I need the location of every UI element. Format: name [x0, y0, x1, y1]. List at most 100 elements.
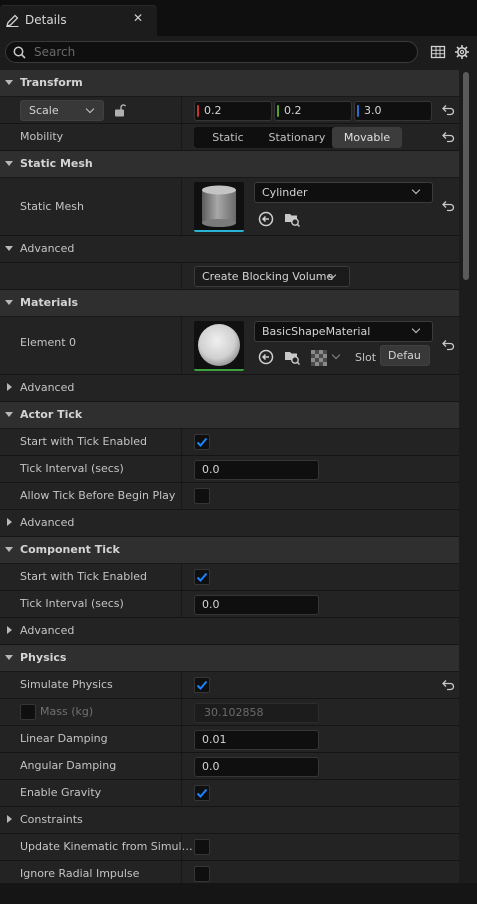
- category-static-mesh[interactable]: Static Mesh: [0, 151, 459, 178]
- static-mesh-advanced[interactable]: Advanced: [0, 236, 459, 263]
- details-tab[interactable]: Details ✕: [0, 5, 157, 36]
- scale-mode-dropdown[interactable]: Scale: [20, 100, 104, 121]
- collapse-arrow-icon[interactable]: [7, 626, 12, 634]
- constraints-row[interactable]: Constraints: [0, 807, 459, 834]
- materials-advanced[interactable]: Advanced: [0, 375, 459, 402]
- allow-tick-before-checkbox[interactable]: [194, 488, 210, 504]
- collapse-arrow-icon[interactable]: [7, 815, 12, 823]
- update-kinematic-checkbox[interactable]: [194, 839, 210, 855]
- mobility-movable[interactable]: Movable: [332, 127, 402, 148]
- actor-start-tick-label: Start with Tick Enabled: [20, 435, 148, 448]
- scale-y-field[interactable]: 0.2: [274, 101, 352, 121]
- actor-tick-interval-row: Tick Interval (secs) 0.0: [0, 456, 459, 483]
- category-label: Component Tick: [20, 543, 120, 556]
- mobility-static[interactable]: Static: [194, 127, 262, 148]
- category-label: Static Mesh: [20, 157, 93, 170]
- category-physics[interactable]: Physics: [0, 645, 459, 672]
- actor-start-tick-checkbox[interactable]: [194, 434, 210, 450]
- expand-arrow-icon[interactable]: [5, 161, 13, 166]
- ignore-radial-impulse-checkbox[interactable]: [194, 866, 210, 882]
- scale-x-field[interactable]: 0.2: [194, 101, 272, 121]
- angular-damping-value: 0.0: [202, 760, 220, 773]
- create-blocking-volume-label: Create Blocking Volume: [202, 270, 334, 283]
- chevron-down-icon: [85, 104, 95, 114]
- search-input[interactable]: [34, 43, 404, 61]
- axis-z-indicator: [357, 105, 359, 117]
- material-dropdown[interactable]: BasicShapeMaterial: [254, 321, 433, 342]
- slot-value: Defau: [388, 349, 421, 362]
- category-component-tick[interactable]: Component Tick: [0, 537, 459, 564]
- scale-z-field[interactable]: 3.0: [354, 101, 432, 121]
- mesh-thumbnail[interactable]: [194, 182, 244, 232]
- scale-z-value: 3.0: [364, 104, 382, 117]
- expand-arrow-icon[interactable]: [5, 547, 13, 552]
- lock-icon[interactable]: [114, 104, 126, 117]
- mass-override-checkbox[interactable]: [20, 704, 36, 720]
- scrollbar[interactable]: [459, 70, 477, 883]
- collapse-arrow-icon[interactable]: [7, 383, 12, 391]
- create-blocking-volume-button[interactable]: Create Blocking Volume: [194, 266, 350, 287]
- expand-arrow-icon[interactable]: [5, 655, 13, 660]
- static-mesh-dropdown[interactable]: Cylinder: [254, 182, 433, 203]
- expand-arrow-icon[interactable]: [5, 246, 13, 251]
- mobility-row: Mobility Static Stationary Movable: [0, 124, 459, 151]
- actor-tick-interval-field[interactable]: 0.0: [194, 460, 319, 480]
- enable-gravity-checkbox[interactable]: [194, 785, 210, 801]
- scale-y-value: 0.2: [284, 104, 302, 117]
- expand-arrow-icon[interactable]: [5, 300, 13, 305]
- browse-folder-icon[interactable]: [284, 211, 300, 227]
- material-thumbnail[interactable]: [194, 321, 244, 371]
- slot-field[interactable]: Defau: [380, 345, 430, 366]
- reset-arrow-icon[interactable]: [442, 339, 455, 351]
- component-start-tick-row: Start with Tick Enabled: [0, 564, 459, 591]
- actor-tick-advanced[interactable]: Advanced: [0, 510, 459, 537]
- scrollbar-thumb[interactable]: [463, 72, 469, 280]
- angular-damping-field[interactable]: 0.0: [194, 757, 319, 777]
- mass-field: 30.102858: [194, 703, 319, 723]
- chevron-down-icon: [411, 324, 421, 334]
- advanced-label: Advanced: [20, 381, 75, 394]
- component-start-tick-checkbox[interactable]: [194, 569, 210, 585]
- checkmark-icon: [196, 680, 208, 690]
- component-tick-advanced[interactable]: Advanced: [0, 618, 459, 645]
- linear-damping-label: Linear Damping: [20, 732, 108, 745]
- checkerboard-icon[interactable]: [311, 350, 327, 366]
- category-actor-tick[interactable]: Actor Tick: [0, 402, 459, 429]
- bottom-strip: [0, 883, 477, 904]
- actor-start-tick-row: Start with Tick Enabled: [0, 429, 459, 456]
- table-view-icon[interactable]: [430, 44, 446, 60]
- use-selected-icon[interactable]: [258, 211, 274, 227]
- actor-tick-interval-value: 0.0: [202, 463, 220, 476]
- component-tick-interval-field[interactable]: 0.0: [194, 595, 319, 615]
- reset-arrow-icon[interactable]: [442, 104, 455, 116]
- component-start-tick-label: Start with Tick Enabled: [20, 570, 148, 583]
- expand-arrow-icon[interactable]: [5, 412, 13, 417]
- checkmark-icon: [196, 437, 208, 447]
- static-mesh-label: Static Mesh: [20, 200, 84, 213]
- category-transform[interactable]: Transform: [0, 70, 459, 97]
- expand-arrow-icon[interactable]: [5, 80, 13, 85]
- use-selected-icon[interactable]: [258, 349, 274, 365]
- linear-damping-field[interactable]: 0.01: [194, 730, 319, 750]
- static-mesh-value: Cylinder: [262, 186, 308, 199]
- close-icon[interactable]: ✕: [133, 11, 143, 25]
- mobility-stationary[interactable]: Stationary: [262, 127, 332, 148]
- asset-type-underline: [194, 369, 244, 371]
- mobility-label: Mobility: [20, 130, 64, 143]
- update-kinematic-row: Update Kinematic from Simul…: [0, 834, 459, 861]
- cylinder-preview: [202, 185, 236, 227]
- enable-gravity-label: Enable Gravity: [20, 786, 102, 799]
- collapse-arrow-icon[interactable]: [7, 518, 12, 526]
- reset-arrow-icon[interactable]: [442, 200, 455, 212]
- element-0-row: Element 0 BasicShapeMaterial Slot Defau: [0, 317, 459, 375]
- reset-arrow-icon[interactable]: [442, 679, 455, 691]
- axis-y-indicator: [277, 105, 279, 117]
- search-box[interactable]: [5, 41, 418, 63]
- category-materials[interactable]: Materials: [0, 290, 459, 317]
- gear-icon[interactable]: [454, 44, 470, 60]
- simulate-physics-checkbox[interactable]: [194, 677, 210, 693]
- simulate-physics-label: Simulate Physics: [20, 678, 113, 691]
- browse-folder-icon[interactable]: [284, 349, 300, 365]
- chevron-down-icon[interactable]: [331, 350, 341, 360]
- reset-arrow-icon[interactable]: [442, 131, 455, 143]
